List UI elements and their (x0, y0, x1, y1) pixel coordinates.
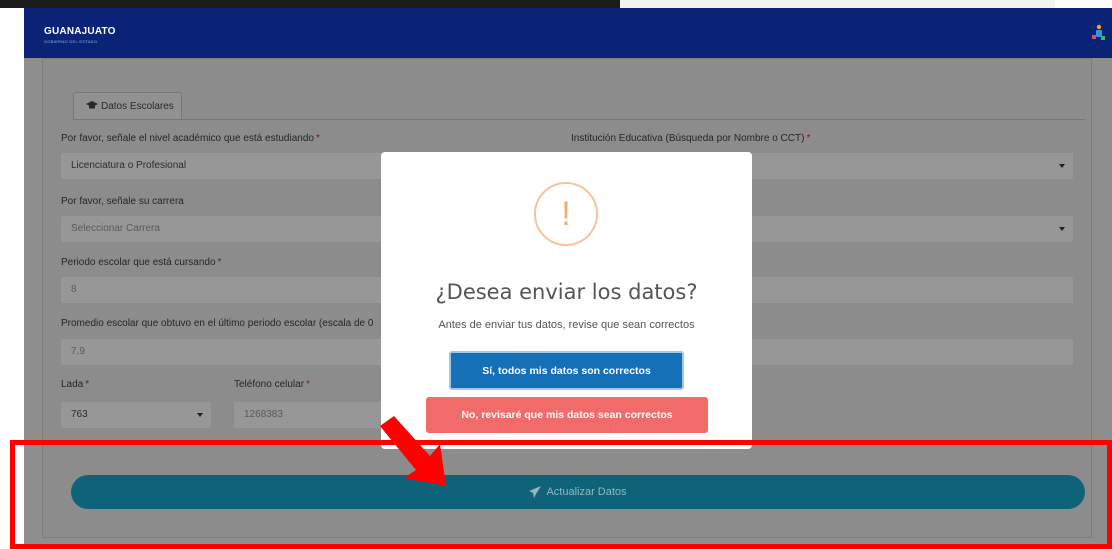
telefono-value: 1268383 (244, 409, 283, 420)
chevron-down-icon (1059, 227, 1065, 231)
top-band (0, 0, 1112, 8)
user-icon[interactable] (1090, 24, 1106, 42)
left-margin (0, 8, 24, 549)
graduation-cap-icon (86, 101, 98, 109)
periodo-label: Periodo escolar que está cursando * (61, 257, 222, 268)
chevron-down-icon (197, 413, 203, 417)
brand-subtitle: GOBIERNO DEL ESTADO (44, 39, 98, 44)
dialog-title: ¿Desea enviar los datos? (435, 280, 698, 304)
lada-select[interactable]: 763 (61, 402, 211, 428)
confirm-dialog: ! ¿Desea enviar los datos? Antes de envi… (381, 152, 752, 449)
chevron-down-icon (1059, 164, 1065, 168)
lada-label: Lada * (61, 379, 90, 390)
warning-icon: ! (534, 182, 598, 246)
promedio-label: Promedio escolar que obtuvo en el último… (61, 318, 374, 329)
actualizar-datos-label: Actualizar Datos (546, 486, 627, 498)
tab-label: Datos Escolares (101, 101, 174, 112)
promedio-value: 7.9 (71, 346, 85, 357)
lada-value: 763 (71, 409, 88, 420)
institucion-label: Institución Educativa (Búsqueda por Nomb… (571, 133, 811, 144)
confirm-button[interactable]: Sí, todos mis datos son correctos (449, 351, 684, 390)
carrera-placeholder: Seleccionar Carrera (71, 223, 160, 234)
periodo-value: 8 (71, 284, 77, 295)
dialog-message: Antes de enviar tus datos, revise que se… (438, 319, 695, 331)
nivel-value: Licenciatura o Profesional (71, 160, 187, 171)
top-band-light (620, 0, 1055, 8)
actualizar-datos-button[interactable]: Actualizar Datos (71, 475, 1085, 509)
tab-divider (73, 119, 1085, 120)
brand-logo[interactable]: GUANAJUATO (44, 26, 116, 37)
carrera-label: Por favor, señale su carrera (61, 196, 184, 207)
telefono-label: Teléfono celular * (234, 379, 310, 390)
navbar: GUANAJUATO GOBIERNO DEL ESTADO (24, 8, 1112, 58)
top-band-dark (0, 0, 620, 8)
nivel-label: Por favor, señale el nivel académico que… (61, 133, 320, 144)
tab-datos-escolares[interactable]: Datos Escolares (73, 92, 182, 120)
red-arrow-icon (380, 416, 446, 486)
paper-plane-icon (529, 486, 542, 498)
